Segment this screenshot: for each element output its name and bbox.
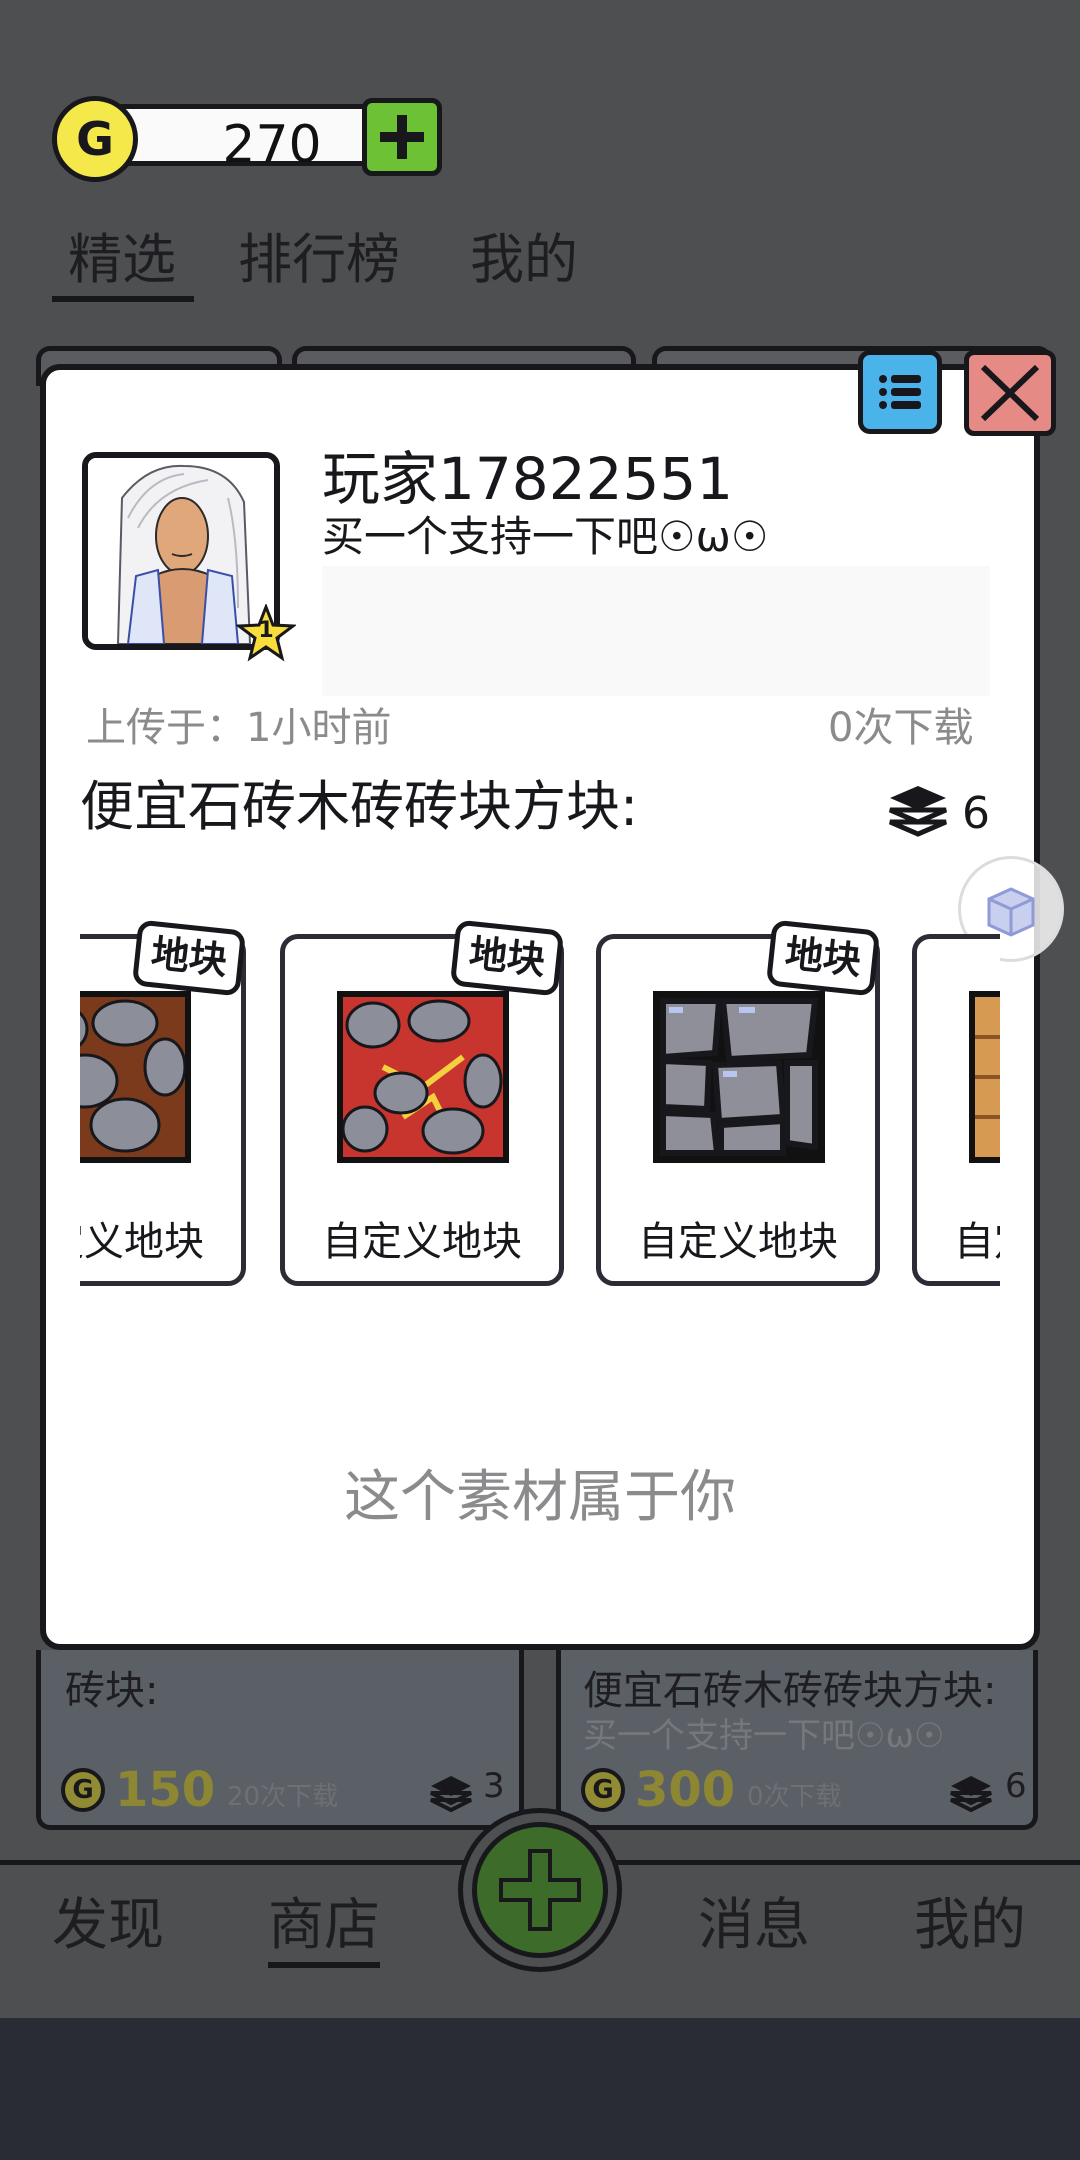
shop-item-downloads: 0次下载	[747, 1782, 842, 1812]
lava-rock-tile-image	[80, 997, 185, 1157]
layers-icon	[889, 786, 947, 837]
create-button[interactable]	[458, 1808, 622, 1972]
coin-icon: G	[61, 1768, 105, 1812]
nav-messages[interactable]: 消息	[698, 1890, 810, 1962]
coin-balance-value: 270	[222, 115, 322, 175]
system-nav-strip	[0, 2018, 1080, 2160]
tab-mine[interactable]: 我的	[470, 228, 578, 292]
tile-thumbnail	[80, 991, 191, 1163]
shop-item-layer-count: 6	[1005, 1766, 1027, 1806]
wood-tile-image	[975, 997, 1000, 1157]
tile-tag: 地块	[131, 920, 247, 997]
download-count: 0次下载	[828, 705, 974, 751]
plus-icon	[380, 115, 424, 159]
tile-card[interactable]: 自定义地块 地块	[596, 920, 881, 1286]
nav-mine[interactable]: 我的	[914, 1890, 1026, 1962]
owned-notice: 这个素材属于你	[344, 1465, 736, 1530]
add-coins-button[interactable]	[362, 98, 442, 176]
tile-card[interactable]: 自定义地块	[912, 934, 1000, 1286]
shop-item-downloads: 20次下载	[227, 1782, 339, 1812]
tile-tag: 地块	[765, 920, 881, 997]
rank-star-badge: 1	[234, 602, 298, 662]
shop-item-title: 砖块:	[65, 1668, 159, 1714]
nav-discover[interactable]: 发现	[52, 1890, 164, 1962]
tile-tag: 地块	[449, 920, 565, 997]
close-button[interactable]	[964, 350, 1056, 436]
tab-featured[interactable]: 精选	[68, 228, 176, 292]
plus-icon	[499, 1849, 581, 1931]
gold-coin-icon: G	[52, 96, 138, 182]
tile-label: 自定义地块	[80, 1219, 204, 1265]
shop-item-price: 300	[635, 1762, 736, 1818]
shop-item-card[interactable]: 便宜石砖木砖砖块方块: 买一个支持一下吧☉ω☉ G 300 0次下载 6	[556, 1650, 1038, 1830]
tile-label: 自定义地块	[638, 1219, 838, 1265]
tab-active-underline	[52, 296, 194, 302]
tile-card[interactable]: 自定义地块 地块	[280, 920, 565, 1286]
nav-active-underline	[268, 1962, 380, 1968]
shop-item-subtitle: 买一个支持一下吧☉ω☉	[583, 1716, 945, 1756]
pack-title: 便宜石砖木砖砖块方块:	[80, 775, 639, 838]
red-lava-tile-image	[343, 997, 503, 1157]
list-icon	[879, 375, 921, 409]
grey-stone-tile-image	[659, 997, 819, 1157]
coin-symbol: G	[76, 112, 114, 166]
tile-thumbnail	[337, 991, 509, 1163]
layers-icon	[950, 1776, 992, 1813]
list-button[interactable]	[858, 350, 942, 434]
nav-shop[interactable]: 商店	[268, 1890, 380, 1962]
rank-number: 1	[258, 618, 274, 643]
tile-carousel[interactable]: 自定义地块 地块 自定义地块 地块	[80, 920, 1000, 1300]
tile-thumbnail	[969, 991, 1000, 1163]
user-name: 玩家17822551	[322, 445, 734, 513]
coin-icon: G	[581, 1768, 625, 1812]
tile-thumbnail	[653, 991, 825, 1163]
tile-card[interactable]: 自定义地块 地块	[80, 920, 247, 1286]
shop-item-price: 150	[115, 1762, 216, 1818]
bio-box	[322, 566, 990, 696]
layer-count: 6	[962, 788, 990, 839]
layers-icon	[430, 1776, 472, 1813]
shop-item-layer-count: 3	[483, 1766, 505, 1806]
tile-label: 自定义地块	[322, 1219, 522, 1265]
coin-balance-bar: 270 G	[52, 96, 444, 182]
tab-ranking[interactable]: 排行榜	[238, 228, 400, 292]
tile-label: 自定义地块	[954, 1219, 1000, 1265]
user-bio: 买一个支持一下吧☉ω☉	[322, 512, 769, 561]
shop-item-card[interactable]: 砖块: G 150 20次下载 3	[36, 1650, 524, 1830]
create-button-inner	[472, 1822, 608, 1958]
close-icon	[980, 364, 1040, 422]
upload-time: 上传于：1小时前	[86, 705, 392, 751]
